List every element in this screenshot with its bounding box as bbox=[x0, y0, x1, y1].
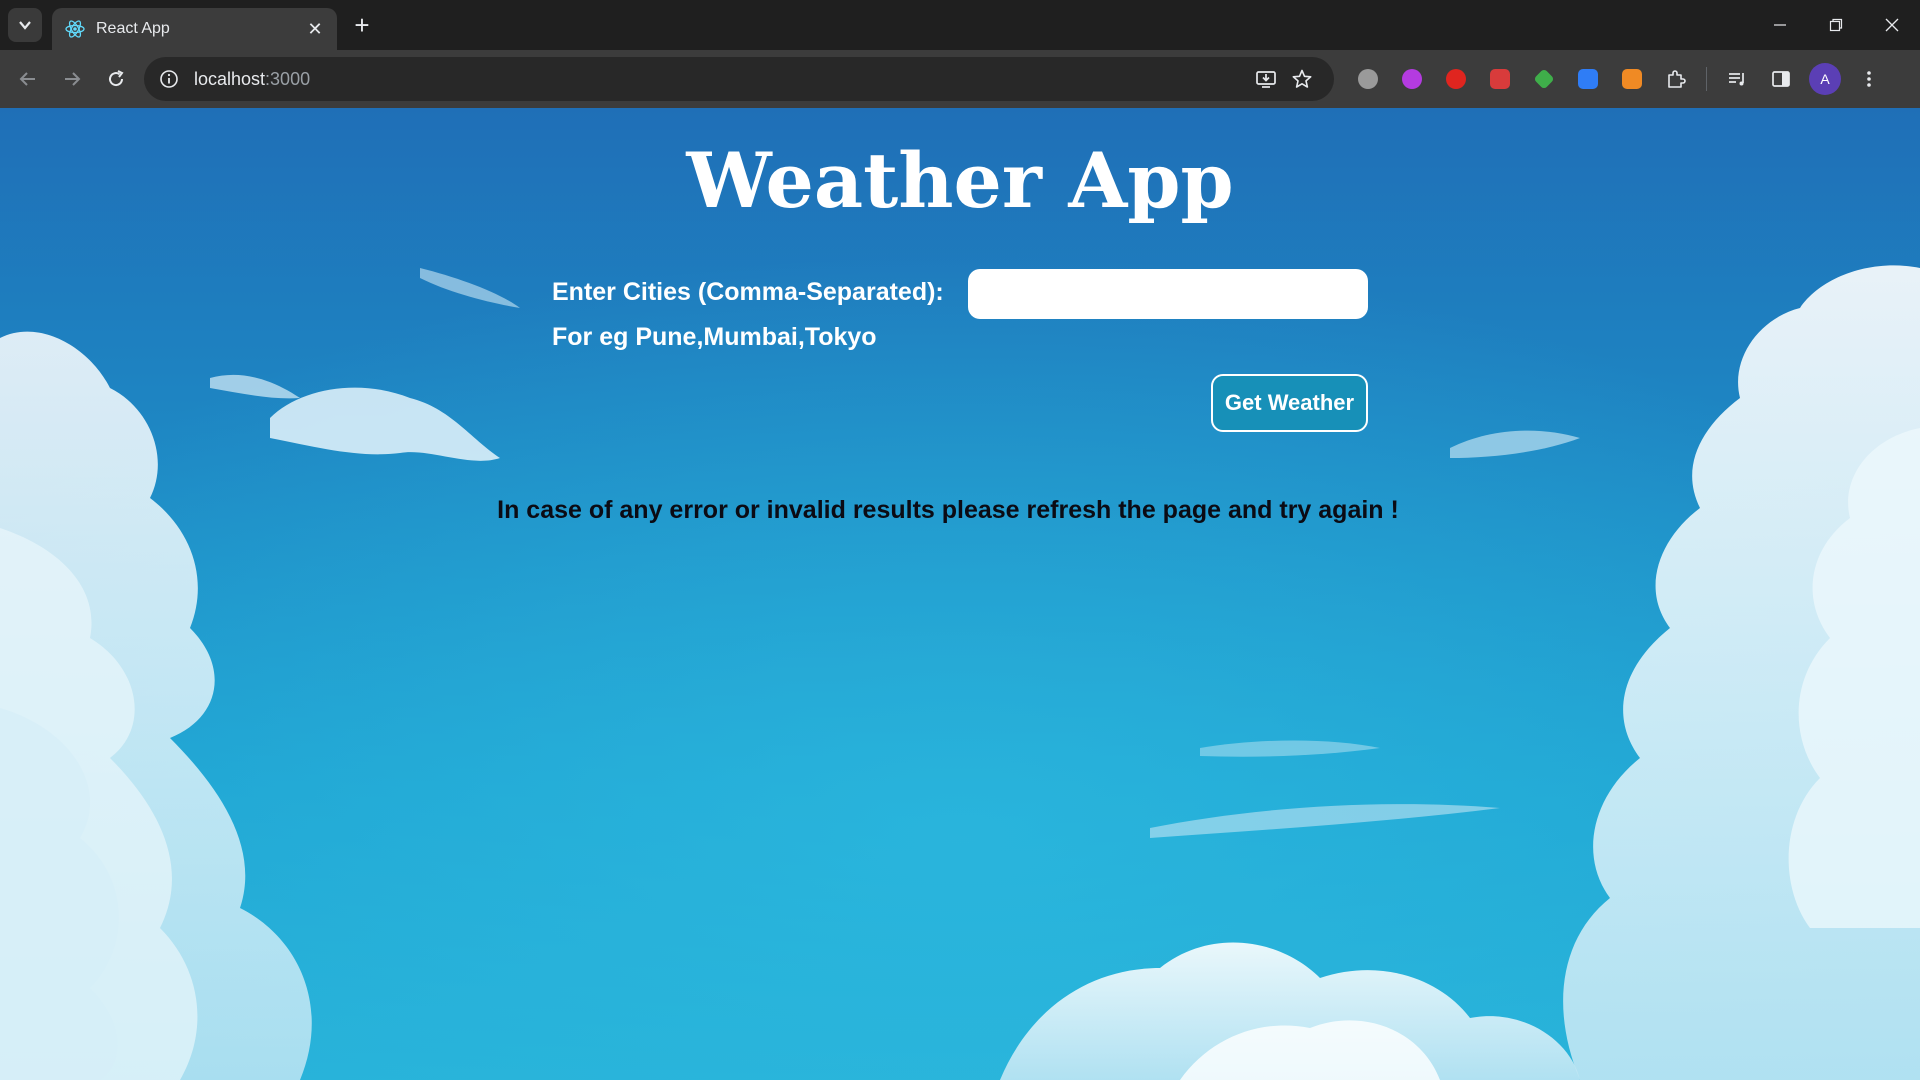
extension-3-icon[interactable] bbox=[1438, 61, 1474, 97]
example-hint: For eg Pune,Mumbai,Tokyo bbox=[552, 323, 877, 351]
back-button[interactable] bbox=[6, 57, 50, 101]
forward-button[interactable] bbox=[50, 57, 94, 101]
page-title: Weather App bbox=[686, 136, 1234, 225]
browser-tab-bar: React App ✕ + bbox=[0, 0, 1920, 50]
toolbar-separator bbox=[1706, 67, 1707, 91]
reload-icon bbox=[109, 70, 124, 87]
extension-1-icon[interactable] bbox=[1350, 61, 1386, 97]
profile-avatar[interactable]: A bbox=[1809, 63, 1841, 95]
minimize-icon bbox=[1774, 24, 1786, 26]
extension-6-icon[interactable] bbox=[1570, 61, 1606, 97]
get-weather-button[interactable]: Get Weather bbox=[1211, 374, 1368, 432]
kebab-menu-icon[interactable] bbox=[1851, 61, 1887, 97]
react-icon bbox=[64, 18, 86, 40]
address-bar[interactable]: localhost:3000 bbox=[144, 57, 1334, 101]
side-panel-icon[interactable] bbox=[1763, 61, 1799, 97]
restore-button[interactable] bbox=[1808, 0, 1864, 50]
error-notice: In case of any error or invalid results … bbox=[497, 496, 1399, 524]
extension-5-icon[interactable] bbox=[1526, 61, 1562, 97]
extension-7-icon[interactable] bbox=[1614, 61, 1650, 97]
url-port: :3000 bbox=[265, 68, 311, 89]
star-icon[interactable] bbox=[1284, 61, 1320, 97]
browser-tab[interactable]: React App ✕ bbox=[52, 8, 337, 50]
url-host: localhost bbox=[194, 68, 266, 89]
restore-icon bbox=[1829, 18, 1843, 32]
minimize-button[interactable] bbox=[1752, 0, 1808, 50]
cities-input[interactable] bbox=[968, 269, 1368, 319]
extension-4-icon[interactable] bbox=[1482, 61, 1518, 97]
url-text[interactable]: localhost:3000 bbox=[194, 69, 1248, 90]
media-controls-icon[interactable] bbox=[1719, 61, 1755, 97]
sky-background-image bbox=[0, 108, 1920, 1080]
tab-title: React App bbox=[96, 20, 170, 37]
close-tab-icon[interactable]: ✕ bbox=[305, 19, 325, 39]
browser-toolbar: localhost:3000 A bbox=[0, 50, 1920, 108]
new-tab-button[interactable]: + bbox=[345, 8, 379, 42]
arrow-left-icon bbox=[19, 72, 35, 86]
close-window-button[interactable] bbox=[1864, 0, 1920, 50]
cities-label: Enter Cities (Comma-Separated): bbox=[552, 278, 944, 306]
chevron-down-icon bbox=[19, 21, 31, 30]
install-app-icon[interactable] bbox=[1248, 61, 1284, 97]
extensions-row: A bbox=[1346, 61, 1891, 97]
puzzle-icon[interactable] bbox=[1658, 61, 1694, 97]
extension-2-icon[interactable] bbox=[1394, 61, 1430, 97]
arrow-right-icon bbox=[65, 72, 81, 86]
page-viewport: Weather App Enter Cities (Comma-Separate… bbox=[0, 108, 1920, 1080]
tab-search-button[interactable] bbox=[8, 8, 42, 42]
info-icon[interactable] bbox=[158, 68, 180, 90]
close-icon bbox=[1885, 18, 1899, 32]
window-controls bbox=[1752, 0, 1920, 50]
reload-button[interactable] bbox=[94, 57, 138, 101]
